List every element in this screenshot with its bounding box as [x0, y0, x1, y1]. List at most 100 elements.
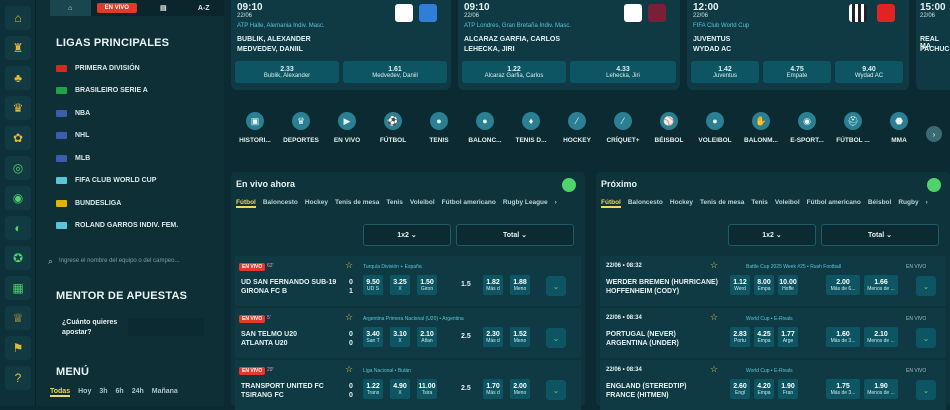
- virtual-icon[interactable]: ◐: [5, 216, 31, 240]
- flag-icon[interactable]: ⚑: [5, 336, 31, 360]
- odd-button[interactable]: 10.00 Hoffe: [778, 275, 798, 295]
- sport-tab[interactable]: Voleibol: [410, 199, 435, 208]
- live-icon[interactable]: ◉: [5, 186, 31, 210]
- sports-icon[interactable]: ◎: [5, 156, 31, 180]
- sport-tab[interactable]: Baloncesto: [263, 199, 298, 208]
- odd-button[interactable]: 3.25 X: [390, 275, 410, 295]
- odd-button[interactable]: 4.25 Empa: [754, 327, 774, 347]
- odd-button[interactable]: 1.70 Más d: [483, 379, 503, 399]
- sport-item[interactable]: ♛ DEPORTES: [278, 112, 324, 144]
- odd-button[interactable]: 3.10 X: [390, 327, 410, 347]
- odd-button[interactable]: 9.50 UD S: [363, 275, 383, 295]
- odd-button[interactable]: 1.90 Menos de ...: [864, 379, 898, 399]
- odd-button[interactable]: 1.90 Fran: [778, 379, 798, 399]
- odd-button[interactable]: 4.33 Lehecka, Jiri: [570, 61, 676, 83]
- sport-item[interactable]: ⁄ CRÍQUET+: [600, 112, 646, 144]
- chevron-down-icon[interactable]: ⌄: [546, 276, 566, 296]
- odd-button[interactable]: 1.52 Meno: [510, 327, 530, 347]
- tab-live[interactable]: EN VIVO: [96, 3, 137, 13]
- market-dropdown[interactable]: 1x2 ⌄: [363, 224, 451, 246]
- trophy-icon[interactable]: ♛: [5, 96, 31, 120]
- match-row[interactable]: EN VIVO 5' ☆ Argentina Primera Nacional (U2…: [235, 308, 581, 358]
- search-input[interactable]: ⌕ Ingrese el nombre del equipo o del cam…: [48, 252, 212, 270]
- league-item[interactable]: NHL: [56, 128, 89, 144]
- match-row[interactable]: EN VIVO 29' ☆ Liga Nacional • Bután TRANSPOR…: [235, 360, 581, 410]
- total-dropdown[interactable]: Total ⌄: [821, 224, 939, 246]
- games-icon[interactable]: ▦: [5, 276, 31, 300]
- odd-button[interactable]: 2.83 Portu: [730, 327, 750, 347]
- odd-button[interactable]: 1.50 Giron: [417, 275, 437, 295]
- odd-button[interactable]: 3.40 San T: [363, 327, 383, 347]
- sport-tab[interactable]: Béisbol: [868, 199, 891, 208]
- sport-tab[interactable]: Hockey: [670, 199, 693, 208]
- sport-tab[interactable]: Tenis: [751, 199, 768, 208]
- star-icon[interactable]: ☆: [345, 364, 353, 375]
- sport-item[interactable]: ⚾ BÉISBOL: [646, 112, 692, 144]
- odd-button[interactable]: 1.22 Trans: [363, 379, 383, 399]
- odd-button[interactable]: 2.00 Más de 6...: [826, 275, 860, 295]
- top-match-card[interactable]: 15:00 22/06 REAL MA PACHUC: [916, 0, 950, 90]
- menu-tab-hoy[interactable]: Hoy: [78, 388, 91, 397]
- chevron-down-icon[interactable]: ⌄: [916, 328, 936, 348]
- odd-button[interactable]: 1.22 Alcaraz Garfia, Carlos: [462, 61, 566, 83]
- league-item[interactable]: BUNDESLIGA: [56, 195, 121, 211]
- chevron-down-icon[interactable]: ⌄: [916, 380, 936, 400]
- league-item[interactable]: ROLAND GARROS INDIV. FEM.: [56, 218, 178, 234]
- cards-icon[interactable]: ♣: [5, 66, 31, 90]
- league-item[interactable]: NBA: [56, 105, 90, 121]
- menu-tab-3h[interactable]: 3h: [99, 388, 107, 397]
- odd-button[interactable]: 2.00 Meno: [510, 379, 530, 399]
- sport-item[interactable]: ♦ TENIS D...: [508, 112, 554, 144]
- sport-item[interactable]: ▶ EN VIVO: [324, 112, 370, 144]
- sport-tab[interactable]: Fútbol: [236, 199, 256, 208]
- sport-item[interactable]: ⚽ FÚTBOL: [370, 112, 416, 144]
- sport-tab[interactable]: Rugby League: [503, 199, 548, 208]
- sport-item[interactable]: ◉ E-SPORT...: [784, 112, 830, 144]
- odd-button[interactable]: 9.40 Wydad AC: [835, 61, 903, 83]
- odd-button[interactable]: 4.90 X: [390, 379, 410, 399]
- odd-button[interactable]: 11.00 Tsira: [417, 379, 437, 399]
- sport-tab[interactable]: Rugby: [898, 199, 918, 208]
- match-row[interactable]: 22/06 • 08:32 ☆ Battle Cup 2025 Week #25 •…: [600, 256, 946, 306]
- menu-tab-manana[interactable]: Mañana: [152, 388, 178, 397]
- league-item[interactable]: PRIMERA DIVISIÓN: [56, 60, 140, 76]
- tab-az[interactable]: A-Z: [184, 0, 225, 16]
- odd-button[interactable]: 1.77 Arge: [778, 327, 798, 347]
- sport-tab[interactable]: Fútbol americano: [442, 199, 496, 208]
- sport-tab[interactable]: Fútbol: [601, 199, 621, 208]
- total-dropdown[interactable]: Total ⌄: [456, 224, 574, 246]
- home-icon[interactable]: ⌂: [5, 6, 31, 30]
- odd-button[interactable]: 1.75 Más de 3...: [826, 379, 860, 399]
- sport-item[interactable]: ⛑ FÚTBOL ...: [830, 112, 876, 144]
- league-item[interactable]: BRASILEIRO SERIE A: [56, 83, 148, 99]
- chevron-down-icon[interactable]: ⌄: [546, 380, 566, 400]
- cup-icon[interactable]: ♕: [5, 306, 31, 330]
- casino-icon[interactable]: ♜: [5, 36, 31, 60]
- match-row[interactable]: 22/06 • 08:34 ☆ World Cup • E-Rivals EN VIV…: [600, 308, 946, 358]
- sport-item[interactable]: ● TENIS: [416, 112, 462, 144]
- menu-tab-todas[interactable]: Todas: [50, 388, 71, 397]
- bet-amount-input[interactable]: [128, 318, 204, 336]
- star-icon[interactable]: ☆: [710, 260, 718, 271]
- star-icon[interactable]: ☆: [710, 364, 718, 375]
- sport-item[interactable]: ⬣ MMA: [876, 112, 922, 144]
- chevron-right-icon[interactable]: ›: [555, 199, 557, 208]
- tab-list[interactable]: ▤: [143, 0, 184, 16]
- chevron-right-icon[interactable]: ›: [926, 126, 942, 142]
- top-match-card[interactable]: 09:10 22/06 ATP Halle, Alemania Indiv. M…: [231, 0, 451, 90]
- star-icon[interactable]: ☆: [345, 312, 353, 323]
- top-match-card[interactable]: 09:10 22/06 ATP Londres, Gran Bretaña In…: [458, 0, 680, 90]
- sport-item[interactable]: ✋ BALONM...: [738, 112, 784, 144]
- match-row[interactable]: EN VIVO 62' ☆ Turquía División + España UD S…: [235, 256, 581, 306]
- odd-button[interactable]: 4.20 Empa: [754, 379, 774, 399]
- odd-button[interactable]: 1.82 Más d: [483, 275, 503, 295]
- sport-tab[interactable]: Tenis de mesa: [335, 199, 379, 208]
- odd-button[interactable]: 2.30 Más d: [483, 327, 503, 347]
- star-icon[interactable]: ☆: [710, 312, 718, 323]
- odd-button[interactable]: 1.60 Más de 3...: [826, 327, 860, 347]
- sport-tab[interactable]: Hockey: [305, 199, 328, 208]
- odd-button[interactable]: 1.61 Medvedev, Daniil: [343, 61, 447, 83]
- odd-button[interactable]: 2.33 Bublik, Alexander: [235, 61, 339, 83]
- odd-button[interactable]: 1.42 Juventus: [691, 61, 759, 83]
- odd-button[interactable]: 2.10 Menos de ...: [864, 327, 898, 347]
